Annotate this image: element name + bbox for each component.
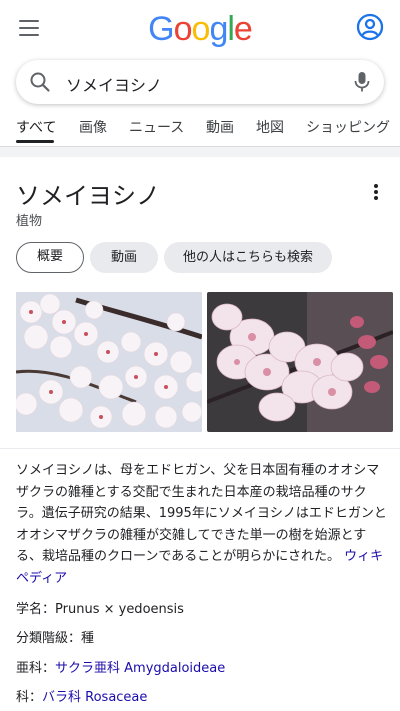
cherry-blossom-photo[interactable] (16, 292, 202, 432)
fact-rank: 分類階級：種 (16, 627, 94, 646)
fact-link[interactable]: サクラ亜科 Amygdaloideae (55, 661, 225, 676)
search-icon[interactable] (29, 71, 51, 97)
account-icon[interactable] (356, 13, 384, 45)
chip-videos[interactable]: 動画 (90, 242, 158, 273)
panel-title: ソメイヨシノ (16, 182, 160, 210)
fact-scientific-name: 学名：Prunus × yedoensis (16, 598, 184, 617)
logo-letter: o (173, 10, 193, 48)
fact-value: Prunus × yedoensis (55, 602, 184, 617)
logo-letter: g (209, 10, 228, 48)
fact-label: 科： (16, 690, 43, 705)
fact-label: 分類階級： (16, 631, 82, 646)
fact-link[interactable]: バラ科 Rosaceae (42, 690, 147, 705)
tab-news[interactable]: ニュース (129, 117, 184, 137)
search-input[interactable]: ソメイヨシノ (66, 72, 162, 96)
tab-maps[interactable]: 地図 (256, 117, 284, 137)
tab-images[interactable]: 画像 (79, 117, 107, 137)
logo-letter: G (148, 10, 174, 48)
more-options-icon[interactable] (374, 184, 378, 202)
active-tab-indicator (16, 140, 54, 143)
fact-value: 種 (81, 631, 95, 646)
fact-family: 科：バラ科 Rosaceae (16, 686, 147, 705)
search-box[interactable]: ソメイヨシノ (16, 60, 384, 104)
panel-divider (0, 448, 400, 449)
google-logo[interactable]: Google (0, 10, 400, 49)
panel-subtitle: 植物 (16, 214, 43, 229)
description-text: ソメイヨシノは、母をエドヒガン、父を日本固有種のオオシマザクラの雑種とする交配で… (16, 463, 387, 564)
panel-description: ソメイヨシノは、母をエドヒガン、父を日本固有種のオオシマザクラの雑種とする交配で… (16, 460, 388, 589)
cherry-blossom-closeup-photo[interactable] (207, 292, 393, 432)
image-carousel (16, 292, 400, 432)
fact-subfamily: 亜科：サクラ亜科 Amygdaloideae (16, 657, 225, 676)
logo-letter: o (191, 10, 211, 48)
tab-shopping[interactable]: ショッピング (306, 117, 390, 137)
logo-letter: e (233, 10, 253, 48)
chip-people-also-search[interactable]: 他の人はこちらも検索 (164, 242, 332, 273)
fact-label: 学名： (16, 602, 56, 617)
fact-label: 亜科： (16, 661, 56, 676)
section-separator (0, 147, 400, 157)
microphone-icon[interactable] (353, 71, 371, 97)
top-bar: Google (0, 0, 400, 58)
chip-overview[interactable]: 概要 (16, 242, 84, 273)
tab-videos[interactable]: 動画 (206, 117, 234, 137)
search-tabs: すべて 画像 ニュース 動画 地図 ショッピング (0, 117, 400, 147)
tab-all[interactable]: すべて (16, 117, 56, 137)
